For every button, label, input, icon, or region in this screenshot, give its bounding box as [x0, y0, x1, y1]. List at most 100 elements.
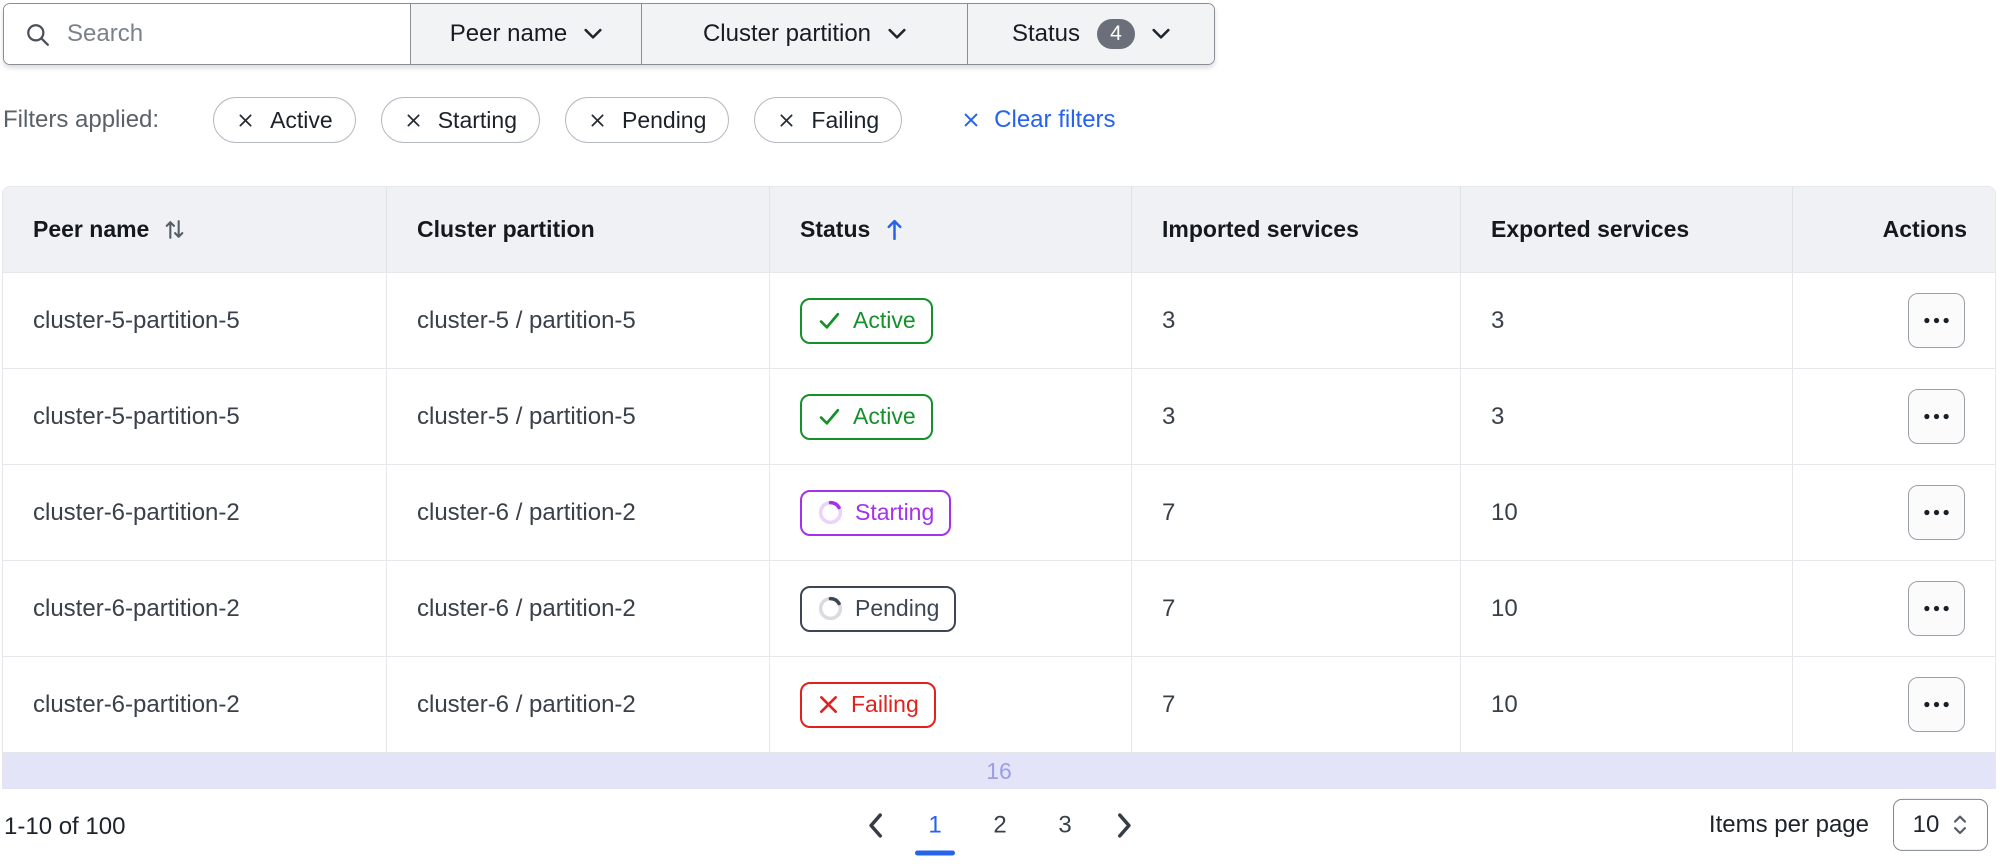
sort-ascending-icon[interactable]	[884, 217, 905, 242]
chevron-up-down-icon	[1952, 812, 1968, 836]
items-per-page: Items per page 10	[1709, 798, 1988, 851]
peer-name-value: cluster-6-partition-2	[33, 690, 240, 718]
remove-filter-icon[interactable]	[777, 111, 796, 130]
actions-cell	[1792, 561, 1995, 656]
pagination-bar: 1-10 of 100 1 2 3 Items per page 10	[0, 793, 2000, 864]
exported-services-cell: 10	[1460, 657, 1792, 752]
status-cell: Failing	[769, 657, 1131, 752]
imported-services-value: 7	[1162, 498, 1176, 526]
check-icon	[817, 404, 842, 429]
imported-services-value: 7	[1162, 594, 1176, 622]
pagination-range-label: 1-10 of 100	[4, 812, 126, 840]
ellipsis-icon	[1923, 701, 1950, 708]
page-button-2[interactable]: 2	[975, 803, 1025, 847]
remove-filter-icon[interactable]	[404, 111, 423, 130]
page-button-3[interactable]: 3	[1040, 803, 1090, 847]
cluster-partition-value: cluster-6 / partition-2	[417, 498, 636, 526]
peers-table: Peer name Cluster partition Status Impor…	[2, 186, 1996, 789]
status-badge: Starting	[800, 489, 952, 536]
chevron-down-icon	[1152, 28, 1170, 40]
filter-chip-active[interactable]: Active	[213, 97, 356, 143]
table-row: cluster-6-partition-2 cluster-6 / partit…	[3, 560, 1995, 656]
peer-name-value: cluster-6-partition-2	[33, 594, 240, 622]
cluster-partition-value: cluster-6 / partition-2	[417, 594, 636, 622]
column-header-peer-name[interactable]: Peer name	[3, 187, 386, 272]
imported-services-cell: 7	[1131, 561, 1460, 656]
remove-filter-icon[interactable]	[588, 111, 607, 130]
column-header-label: Actions	[1882, 216, 1967, 242]
page-button-1[interactable]: 1	[910, 803, 960, 847]
status-label: Active	[853, 403, 916, 429]
peer-name-filter-dropdown[interactable]: Peer name	[410, 4, 641, 64]
status-cell: Starting	[769, 465, 1131, 560]
cluster-partition-cell: cluster-6 / partition-2	[386, 465, 769, 560]
remove-filter-icon[interactable]	[236, 111, 255, 130]
applied-filters-row: Filters applied: Active Starting Pending…	[3, 96, 1116, 144]
ellipsis-icon	[1923, 605, 1950, 612]
cluster-partition-value: cluster-5 / partition-5	[417, 306, 636, 334]
cluster-partition-cell: cluster-6 / partition-2	[386, 561, 769, 656]
column-header-imported-services: Imported services	[1131, 187, 1460, 272]
actions-cell	[1792, 465, 1995, 560]
chevron-down-icon	[584, 28, 602, 40]
row-actions-button[interactable]	[1908, 677, 1965, 732]
filter-chip-failing[interactable]: Failing	[754, 97, 903, 143]
status-filter-dropdown[interactable]: Status 4	[967, 4, 1214, 64]
sort-arrows-icon[interactable]	[163, 217, 186, 242]
check-icon	[817, 308, 842, 333]
status-badge: Active	[800, 297, 933, 344]
row-actions-button[interactable]	[1908, 389, 1965, 444]
status-badge: Failing	[800, 681, 936, 728]
row-actions-button[interactable]	[1908, 581, 1965, 636]
cluster-partition-cell: cluster-6 / partition-2	[386, 657, 769, 752]
search-input[interactable]	[67, 20, 397, 48]
items-per-page-select[interactable]: 10	[1893, 798, 1988, 851]
filter-chip-starting[interactable]: Starting	[380, 97, 540, 143]
cluster-partition-filter-dropdown[interactable]: Cluster partition	[641, 4, 967, 64]
row-actions-button[interactable]	[1908, 293, 1965, 348]
table-row: cluster-6-partition-2 cluster-6 / partit…	[3, 656, 1995, 752]
search-box[interactable]	[4, 4, 410, 64]
peer-name-cell: cluster-6-partition-2	[3, 657, 386, 752]
filter-chip-label: Failing	[811, 106, 880, 133]
chevron-right-icon	[1117, 812, 1133, 838]
search-icon	[24, 21, 51, 48]
column-header-status[interactable]: Status	[769, 187, 1131, 272]
filter-chip-pending[interactable]: Pending	[564, 97, 730, 143]
partial-row-value: 16	[986, 757, 1012, 784]
next-page-button[interactable]	[1105, 803, 1145, 847]
clear-filters-button[interactable]: Clear filters	[961, 106, 1116, 134]
exported-services-value: 3	[1491, 306, 1505, 334]
cluster-partition-cell: cluster-5 / partition-5	[386, 273, 769, 368]
table-row: cluster-5-partition-5 cluster-5 / partit…	[3, 272, 1995, 368]
exported-services-cell: 10	[1460, 465, 1792, 560]
filter-chip-label: Starting	[437, 106, 517, 133]
ellipsis-icon	[1923, 413, 1950, 420]
cluster-partition-value: cluster-5 / partition-5	[417, 402, 636, 430]
filter-toolbar: Peer name Cluster partition Status 4	[3, 3, 1215, 65]
exported-services-value: 10	[1491, 690, 1518, 718]
previous-page-button[interactable]	[855, 803, 895, 847]
exported-services-value: 10	[1491, 594, 1518, 622]
partial-next-row-strip: 16	[3, 752, 1995, 789]
imported-services-value: 7	[1162, 690, 1176, 718]
filter-chip-label: Active	[270, 106, 333, 133]
imported-services-cell: 3	[1131, 369, 1460, 464]
actions-cell	[1792, 273, 1995, 368]
imported-services-cell: 7	[1131, 465, 1460, 560]
column-header-label: Peer name	[33, 216, 150, 242]
ellipsis-icon	[1923, 317, 1950, 324]
filters-applied-label: Filters applied:	[3, 106, 160, 133]
spinner-icon	[817, 499, 844, 526]
table-row: cluster-5-partition-5 cluster-5 / partit…	[3, 368, 1995, 464]
filter-chip-label: Pending	[621, 106, 707, 133]
peer-name-value: cluster-5-partition-5	[33, 402, 240, 430]
imported-services-value: 3	[1162, 306, 1176, 334]
column-header-exported-services: Exported services	[1460, 187, 1792, 272]
exported-services-value: 10	[1491, 498, 1518, 526]
peer-name-cell: cluster-5-partition-5	[3, 273, 386, 368]
status-label: Active	[853, 307, 916, 333]
table-header-row: Peer name Cluster partition Status Impor…	[3, 187, 1995, 272]
imported-services-value: 3	[1162, 402, 1176, 430]
row-actions-button[interactable]	[1908, 485, 1965, 540]
